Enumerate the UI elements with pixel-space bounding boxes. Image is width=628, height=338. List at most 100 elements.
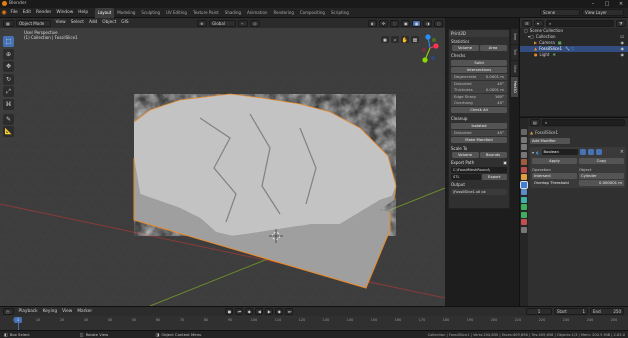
mode-selector[interactable]: Object Mode: [16, 19, 51, 27]
menu-help[interactable]: Help: [76, 8, 91, 18]
area-button[interactable]: Area: [479, 45, 507, 51]
properties-editor-icon[interactable]: ▤: [530, 119, 540, 126]
close-icon[interactable]: ×: [614, 0, 628, 8]
thickness-row[interactable]: Thickness 0.0001 m: [451, 87, 507, 93]
viewport-menu-object[interactable]: Object: [100, 18, 119, 28]
tool-props-icon[interactable]: [521, 129, 527, 135]
record-icon[interactable]: ●: [224, 308, 233, 315]
check-all-button[interactable]: Check All: [451, 107, 507, 113]
move-tool-icon[interactable]: ✥: [3, 61, 14, 72]
menu-edit[interactable]: Edit: [20, 8, 33, 18]
maximize-icon[interactable]: □: [600, 0, 614, 8]
remove-modifier-icon[interactable]: ×: [620, 149, 624, 155]
material-shading-icon[interactable]: ◑: [423, 19, 432, 27]
jump-start-icon[interactable]: ⏮: [234, 308, 243, 315]
render-props-icon[interactable]: [521, 136, 527, 143]
constraints-props-icon[interactable]: [521, 204, 527, 210]
outliner-search-input[interactable]: ⌕: [546, 19, 614, 27]
timeline-menu-playback[interactable]: Playback: [16, 307, 40, 316]
tab-view[interactable]: View: [511, 61, 518, 76]
edge-sharp-row[interactable]: Edge Sharp 160°: [451, 93, 507, 100]
bounds-button[interactable]: Bounds: [479, 152, 507, 158]
eye-icon[interactable]: ◉: [621, 52, 625, 58]
end-frame-field[interactable]: End 250: [590, 308, 624, 315]
timeline-menu-view[interactable]: View: [60, 307, 75, 316]
scene-props-icon[interactable]: [521, 159, 527, 165]
tab-sculpting[interactable]: Sculpting: [138, 8, 163, 18]
snap-icon[interactable]: ⌁: [238, 19, 249, 27]
viewport-menu-add[interactable]: Add: [86, 18, 99, 28]
menu-window[interactable]: Window: [54, 8, 76, 18]
tab-scripting[interactable]: Scripting: [328, 8, 352, 18]
editmode-toggle-icon[interactable]: [579, 149, 586, 155]
annotate-tool-icon[interactable]: ✎: [3, 113, 14, 125]
modifier-props-icon[interactable]: [520, 180, 528, 189]
menu-file[interactable]: File: [8, 8, 20, 18]
jump-end-icon[interactable]: ⏭: [284, 308, 293, 315]
object-select[interactable]: Cylinder: [579, 173, 624, 179]
tab-print3d[interactable]: Print3D: [511, 77, 518, 97]
world-props-icon[interactable]: [521, 166, 527, 173]
scene-selector[interactable]: Scene: [540, 9, 580, 16]
view-layer-props-icon[interactable]: [521, 151, 527, 158]
filter-icon[interactable]: ⧩: [616, 19, 626, 27]
viewport-menu-view[interactable]: View: [53, 18, 68, 28]
3d-viewport[interactable]: ▦ Object Mode View Select Add Object GIS…: [0, 18, 445, 306]
material-props-icon[interactable]: [521, 219, 527, 225]
outliner-editor-icon[interactable]: ☰: [522, 19, 532, 27]
measure-tool-icon[interactable]: 📐: [3, 126, 14, 137]
export-options-icon[interactable]: ▣: [503, 160, 507, 165]
object-props-icon[interactable]: [521, 174, 527, 180]
viewport-menu-gis[interactable]: GIS: [119, 18, 131, 28]
properties-search-input[interactable]: ⌕: [542, 119, 625, 126]
play-icon[interactable]: ▶: [264, 308, 273, 315]
export-button[interactable]: Export: [481, 174, 507, 180]
isolated-button[interactable]: Isolated: [451, 123, 507, 129]
distorted-row[interactable]: Distorted 45°: [451, 80, 507, 87]
cleanup-distorted-row[interactable]: Distorted 45°: [451, 130, 507, 136]
next-key-icon[interactable]: ◆: [274, 308, 283, 315]
orientation-selector[interactable]: Global: [209, 19, 237, 27]
object-data-props-icon[interactable]: [521, 211, 527, 218]
overlay-icon[interactable]: ◌: [390, 19, 399, 27]
timeline-editor-icon[interactable]: ◷: [3, 308, 14, 315]
particles-props-icon[interactable]: [521, 189, 527, 195]
play-reverse-icon[interactable]: ◀: [254, 308, 263, 315]
blender-menu-icon[interactable]: ◉: [0, 9, 8, 16]
physics-props-icon[interactable]: [521, 196, 527, 203]
editor-type-button[interactable]: ▦: [3, 19, 14, 27]
current-frame-field[interactable]: 1: [526, 308, 552, 315]
timeline-menu-marker[interactable]: Marker: [75, 307, 95, 316]
rendered-shading-icon[interactable]: ○: [434, 19, 443, 27]
gizmo-icon[interactable]: ✣: [379, 19, 388, 27]
minimize-icon[interactable]: –: [586, 0, 600, 8]
tab-compositing[interactable]: Compositing: [297, 8, 328, 18]
cursor-tool-icon[interactable]: ⊕: [3, 48, 14, 60]
navigation-gizmo[interactable]: ◉ ⌕ ✋ ▦: [378, 30, 443, 75]
viewport-menu-select[interactable]: Select: [68, 18, 86, 28]
proportional-edit-icon[interactable]: ◎: [250, 19, 261, 27]
xray-icon[interactable]: ▣: [401, 19, 410, 27]
select-box-tool-icon[interactable]: ⬚: [3, 36, 14, 47]
tab-animation[interactable]: Animation: [244, 8, 270, 18]
scale-tool-icon[interactable]: ⤢: [3, 86, 14, 97]
solid-shading-icon[interactable]: ●: [412, 19, 421, 27]
transform-tool-icon[interactable]: ⌘: [3, 98, 14, 110]
display-mode-icon[interactable]: ▾: [534, 19, 544, 27]
render-toggle-icon[interactable]: [595, 149, 602, 155]
prev-key-icon[interactable]: ◆: [244, 308, 253, 315]
tab-rendering[interactable]: Rendering: [270, 8, 296, 18]
collapse-icon[interactable]: ▾: [532, 150, 534, 155]
scale-volume-button[interactable]: Volume: [451, 152, 479, 158]
copy-button[interactable]: Copy: [579, 158, 624, 164]
view-layer-selector[interactable]: View Layer: [582, 9, 624, 16]
apply-button[interactable]: Apply: [532, 158, 577, 164]
menu-render[interactable]: Render: [34, 8, 54, 18]
volume-button[interactable]: Volume: [451, 45, 479, 51]
operation-select[interactable]: Intersect: [532, 173, 577, 179]
make-manifold-button[interactable]: Make Manifold: [451, 137, 507, 143]
outliner-item-light[interactable]: ● Light ✱ ◉: [520, 52, 628, 58]
rotate-tool-icon[interactable]: ↻: [3, 73, 14, 85]
tab-shading[interactable]: Shading: [222, 8, 244, 18]
tab-item[interactable]: Item: [511, 29, 518, 44]
